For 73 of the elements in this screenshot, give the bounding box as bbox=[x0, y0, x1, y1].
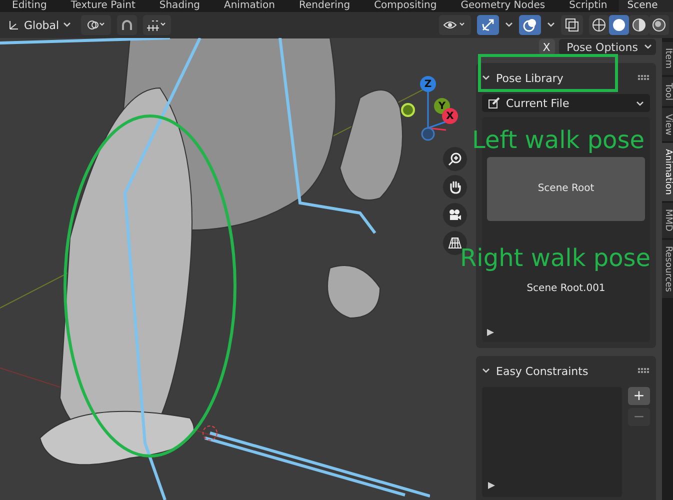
chevron-icon bbox=[482, 368, 490, 374]
annotation-text: Left walk pose bbox=[472, 125, 644, 155]
play-icon[interactable] bbox=[488, 482, 495, 489]
gizmo-toggle[interactable] bbox=[477, 15, 499, 35]
axes-icon bbox=[8, 19, 20, 31]
play-icon[interactable] bbox=[487, 329, 494, 336]
snap-toggle[interactable] bbox=[117, 15, 138, 35]
shading-mode-button[interactable] bbox=[649, 15, 669, 35]
panel-header[interactable]: Pose Library bbox=[482, 67, 650, 89]
shading-mode-button[interactable] bbox=[629, 15, 649, 35]
chevron-icon bbox=[63, 22, 72, 28]
solid-sphere-icon bbox=[611, 17, 627, 33]
chevron-icon bbox=[644, 44, 652, 50]
add-button[interactable]: + bbox=[628, 387, 650, 405]
panel-header[interactable]: Easy Constraints bbox=[482, 360, 650, 382]
magnet-icon bbox=[120, 18, 134, 32]
gizmo-arrow-icon bbox=[481, 18, 495, 32]
axis-dot-icon[interactable] bbox=[420, 126, 436, 142]
panel-title: Pose Library bbox=[496, 72, 564, 84]
snap-target-dropdown[interactable] bbox=[143, 15, 172, 35]
workspace-tab[interactable]: Compositing bbox=[362, 0, 449, 12]
pose-card[interactable]: Scene Root bbox=[487, 157, 645, 221]
orientation-dropdown[interactable]: Global bbox=[4, 16, 76, 34]
sidebar-tab[interactable]: Resources bbox=[662, 240, 673, 298]
workspace-tab[interactable]: Scriptin bbox=[557, 0, 620, 12]
wireframe-sphere-icon bbox=[591, 17, 607, 33]
scene-field[interactable]: Scene bbox=[619, 0, 673, 12]
increment-icon bbox=[146, 19, 168, 31]
library-dropdown[interactable]: Current File bbox=[482, 94, 650, 112]
movie-camera-icon bbox=[448, 208, 462, 222]
grip-icon[interactable] bbox=[638, 75, 650, 81]
sidebar-tab[interactable]: Item bbox=[662, 42, 673, 74]
workspace-tab[interactable]: Texture Paint bbox=[58, 0, 148, 12]
annotation-text: Right walk pose bbox=[460, 243, 651, 273]
caret-icon bbox=[547, 22, 555, 28]
camera-button[interactable] bbox=[443, 203, 467, 227]
pivot-dropdown[interactable] bbox=[81, 15, 112, 35]
rendered-sphere-icon bbox=[651, 17, 667, 33]
shading-mode-button[interactable] bbox=[589, 15, 609, 35]
chevron-icon bbox=[636, 100, 644, 106]
grip-icon[interactable] bbox=[638, 368, 650, 374]
linked-circles-icon bbox=[86, 19, 106, 31]
panel-title: Easy Constraints bbox=[496, 364, 588, 378]
pose-card[interactable]: Scene Root.001 bbox=[487, 275, 645, 327]
sidebar-tab[interactable]: Animation bbox=[662, 143, 673, 202]
axis-label[interactable]: Z bbox=[420, 76, 436, 92]
zoom-icon bbox=[448, 152, 462, 166]
eye-icon bbox=[443, 19, 467, 31]
close-button[interactable]: X bbox=[538, 39, 555, 55]
workspace-tab[interactable]: Animation bbox=[212, 0, 287, 12]
axis-label[interactable]: X bbox=[442, 108, 458, 124]
shading-mode-button[interactable] bbox=[609, 15, 629, 35]
sidebar-tab[interactable]: MMD bbox=[662, 203, 673, 238]
overlay-toggle[interactable] bbox=[519, 15, 541, 35]
workspace-tab[interactable]: Editing bbox=[0, 0, 59, 12]
overlapping-circles-icon bbox=[523, 18, 537, 32]
pose-options-dropdown[interactable]: Pose Options bbox=[558, 39, 656, 55]
caret-icon bbox=[505, 22, 513, 28]
sidebar-tab[interactable]: View bbox=[662, 108, 673, 142]
pan-button[interactable] bbox=[443, 175, 467, 199]
workspace-tab[interactable]: Shading bbox=[147, 0, 212, 12]
visibility-dropdown[interactable] bbox=[439, 15, 471, 35]
xray-toggle[interactable] bbox=[561, 15, 583, 35]
workspace-tab[interactable]: Rendering bbox=[286, 0, 362, 12]
edit-icon bbox=[488, 97, 500, 109]
zoom-button[interactable] bbox=[443, 147, 467, 171]
chevron-icon bbox=[482, 75, 490, 81]
sidebar-tab[interactable]: Tool bbox=[662, 76, 673, 106]
hand-icon bbox=[448, 180, 462, 194]
workspace-tab[interactable]: Geometry Nodes bbox=[448, 0, 558, 12]
half-shaded-sphere-icon bbox=[631, 17, 647, 33]
overlapping-squares-icon bbox=[565, 18, 579, 32]
grid-icon bbox=[448, 236, 462, 250]
